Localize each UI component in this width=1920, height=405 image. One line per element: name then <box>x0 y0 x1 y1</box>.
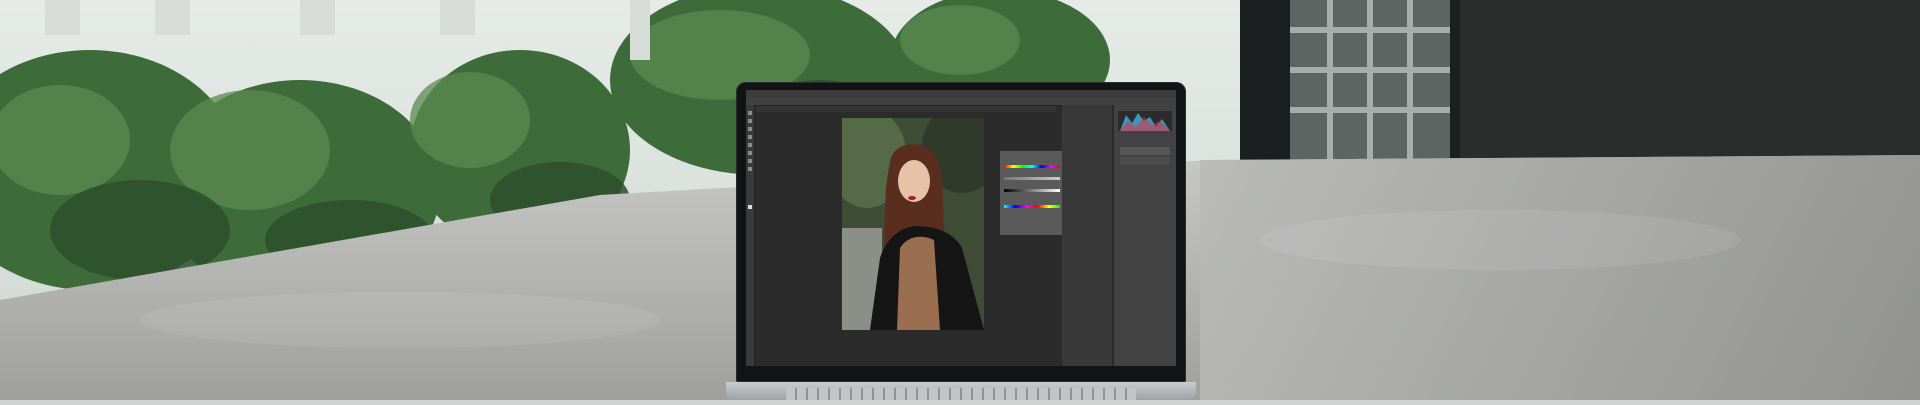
keyboard <box>786 388 1136 400</box>
document-tab[interactable] <box>756 106 1056 112</box>
move-tool-icon[interactable] <box>748 111 752 115</box>
eraser-tool-icon[interactable] <box>748 159 752 163</box>
portrait-photo <box>842 118 984 330</box>
lightness-slider[interactable] <box>1004 189 1060 192</box>
hue-slider[interactable] <box>1004 165 1060 168</box>
layer-row[interactable] <box>1120 147 1170 155</box>
tools-panel <box>746 105 755 366</box>
brush-tool-icon[interactable] <box>748 151 752 155</box>
laptop <box>726 82 1196 400</box>
text-tool-icon[interactable] <box>748 167 752 171</box>
app-menu-bar <box>746 90 1176 98</box>
saturation-slider[interactable] <box>1004 177 1060 180</box>
marquee-tool-icon[interactable] <box>748 119 752 123</box>
lasso-tool-icon[interactable] <box>748 127 752 131</box>
color-range-bar <box>1004 205 1060 208</box>
histogram-icon <box>1118 111 1172 131</box>
laptop-screen <box>746 90 1176 366</box>
eyedropper-tool-icon[interactable] <box>748 143 752 147</box>
collapsed-panels <box>1062 105 1112 366</box>
hue-saturation-panel <box>999 150 1065 236</box>
layers-panel <box>1114 105 1176 366</box>
canvas-image <box>842 118 984 330</box>
photo-scene <box>0 0 1920 400</box>
foreground-color-swatch[interactable] <box>748 205 752 209</box>
layer-row[interactable] <box>1120 157 1170 165</box>
crop-tool-icon[interactable] <box>748 135 752 139</box>
